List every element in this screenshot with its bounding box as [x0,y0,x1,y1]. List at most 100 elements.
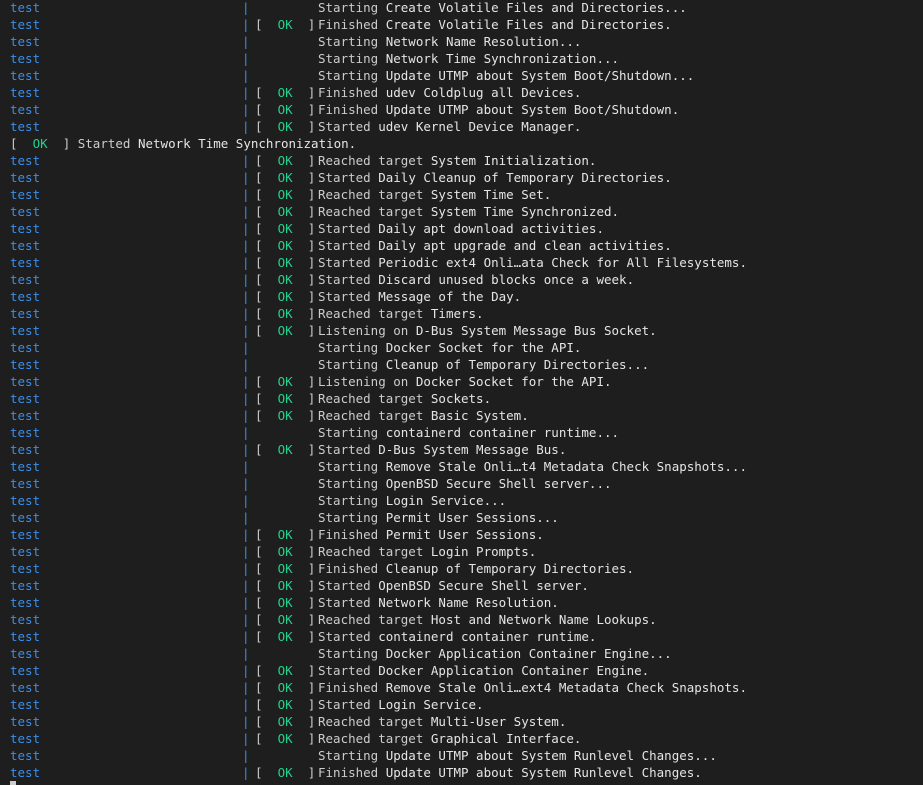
log-action: Starting [318,459,386,474]
log-message: Started D-Bus System Message Bus. [318,441,566,458]
log-message: Starting Network Time Synchronization... [318,50,619,67]
status-ok: [ OK ] [255,170,316,185]
log-action: Started [318,578,379,593]
log-message: Reached target Graphical Interface. [318,730,581,747]
log-message: Reached target Host and Network Name Loo… [318,611,657,628]
log-target: Multi-User System. [430,714,567,729]
ok-label: OK [277,289,293,304]
log-action: Reached target [318,187,431,202]
terminal-output[interactable]: test | Starting Create Volatile Files and … [0,0,923,785]
ok-label: OK [277,680,293,695]
log-message: Starting Docker Socket for the API. [318,339,581,356]
log-message: Finished Remove Stale Onli…ext4 Metadata… [318,679,747,696]
log-message: Started udev Kernel Device Manager. [318,118,581,135]
service-name: test [10,408,41,423]
ok-label: OK [277,306,293,321]
log-message: Reached target Login Prompts. [318,543,536,560]
status-ok: [ OK ] [255,629,316,644]
log-target: udev Coldplug all Devices. [385,85,582,100]
ok-label: OK [277,561,293,576]
service-name: test [10,374,41,389]
log-action: Reached target [318,391,431,406]
ok-label: OK [277,102,293,117]
column-separator: | [242,748,250,763]
log-line: test | [ OK ] Started Message of the Day. [0,288,923,305]
service-name: test [10,85,41,100]
log-message: Reached target Sockets. [318,390,491,407]
column-separator: | [242,51,250,66]
log-target: Sockets. [430,391,492,406]
ok-label: OK [277,272,293,287]
column-separator: | [242,408,250,423]
log-message: Reached target Multi-User System. [318,713,566,730]
log-line: test | [ OK ] Started Daily apt upgrade and… [0,237,923,254]
log-target: Create Volatile Files and Directories... [385,0,687,15]
log-action: Starting [318,493,386,508]
service-name: test [10,272,41,287]
column-separator: | [242,527,250,542]
ok-label: OK [277,221,293,236]
column-separator: | [242,578,250,593]
ok-label: OK [277,595,293,610]
log-line: test | [ OK ] Finished Remove Stale Onli…ex… [0,679,923,696]
service-name: test [10,544,41,559]
log-line: test | Starting Docker Application Contain… [0,645,923,662]
ok-label: OK [277,17,293,32]
log-action: Starting [318,0,386,15]
log-line: test | [ OK ] Finished Cleanup of Temporary… [0,560,923,577]
log-line: test | [ OK ] Reached target Host and Netwo… [0,611,923,628]
ok-label: OK [277,170,293,185]
log-action: Finished [318,765,386,780]
log-action: Finished [318,102,386,117]
log-action: Finished [318,561,386,576]
log-target: Network Time Synchronization... [385,51,620,66]
log-message: Started Discard unused blocks once a wee… [318,271,634,288]
log-action: Reached target [318,306,431,321]
service-name: test [10,476,41,491]
column-separator: | [242,646,250,661]
log-line: test | [ OK ] Started D-Bus System Message … [0,441,923,458]
status-ok: [ OK ] [255,765,316,780]
log-target: D-Bus System Message Bus Socket. [415,323,657,338]
column-separator: | [242,476,250,491]
service-name: test [10,595,41,610]
status-ok: [ OK ] [255,323,316,338]
column-separator: | [242,272,250,287]
status-ok: [ OK ] [255,102,316,117]
service-name: test [10,306,41,321]
log-action: Started [318,595,379,610]
log-line: test | [ OK ] Reached target System Time Se… [0,186,923,203]
log-target: Update UTMP about System Runlevel Change… [385,765,702,780]
status-ok: [ OK ] [255,17,316,32]
log-action: Started [318,170,379,185]
log-message: Reached target Basic System. [318,407,529,424]
service-name: test [10,646,41,661]
service-name: test [10,340,41,355]
service-name: test [10,68,41,83]
service-name: test [10,153,41,168]
log-target: Create Volatile Files and Directories. [385,17,672,32]
status-ok: [ OK ] [255,714,316,729]
ok-label: OK [277,663,293,678]
status-ok: [ OK ] [255,527,316,542]
log-action: Reached target [318,204,431,219]
log-action: Reached target [318,408,431,423]
log-action: Starting [318,748,386,763]
service-name: test [10,459,41,474]
log-action: Finished [318,680,386,695]
log-target: Daily Cleanup of Temporary Directories. [378,170,672,185]
column-separator: | [242,306,250,321]
log-target: containerd container runtime... [385,425,620,440]
log-target: Update UTMP about System Boot/Shutdown..… [385,68,695,83]
column-separator: | [242,680,250,695]
status-ok: [ OK ] [255,238,316,253]
log-target: Network Name Resolution... [385,34,582,49]
log-line: test | [ OK ] Reached target Multi-User Sys… [0,713,923,730]
log-target: Host and Network Name Lookups. [430,612,657,627]
column-separator: | [242,170,250,185]
log-action: Starting [318,68,386,83]
log-target: Login Service. [378,697,484,712]
log-message: Starting OpenBSD Secure Shell server... [318,475,612,492]
log-message: Started containerd container runtime. [318,628,596,645]
log-message: Started Message of the Day. [318,288,521,305]
